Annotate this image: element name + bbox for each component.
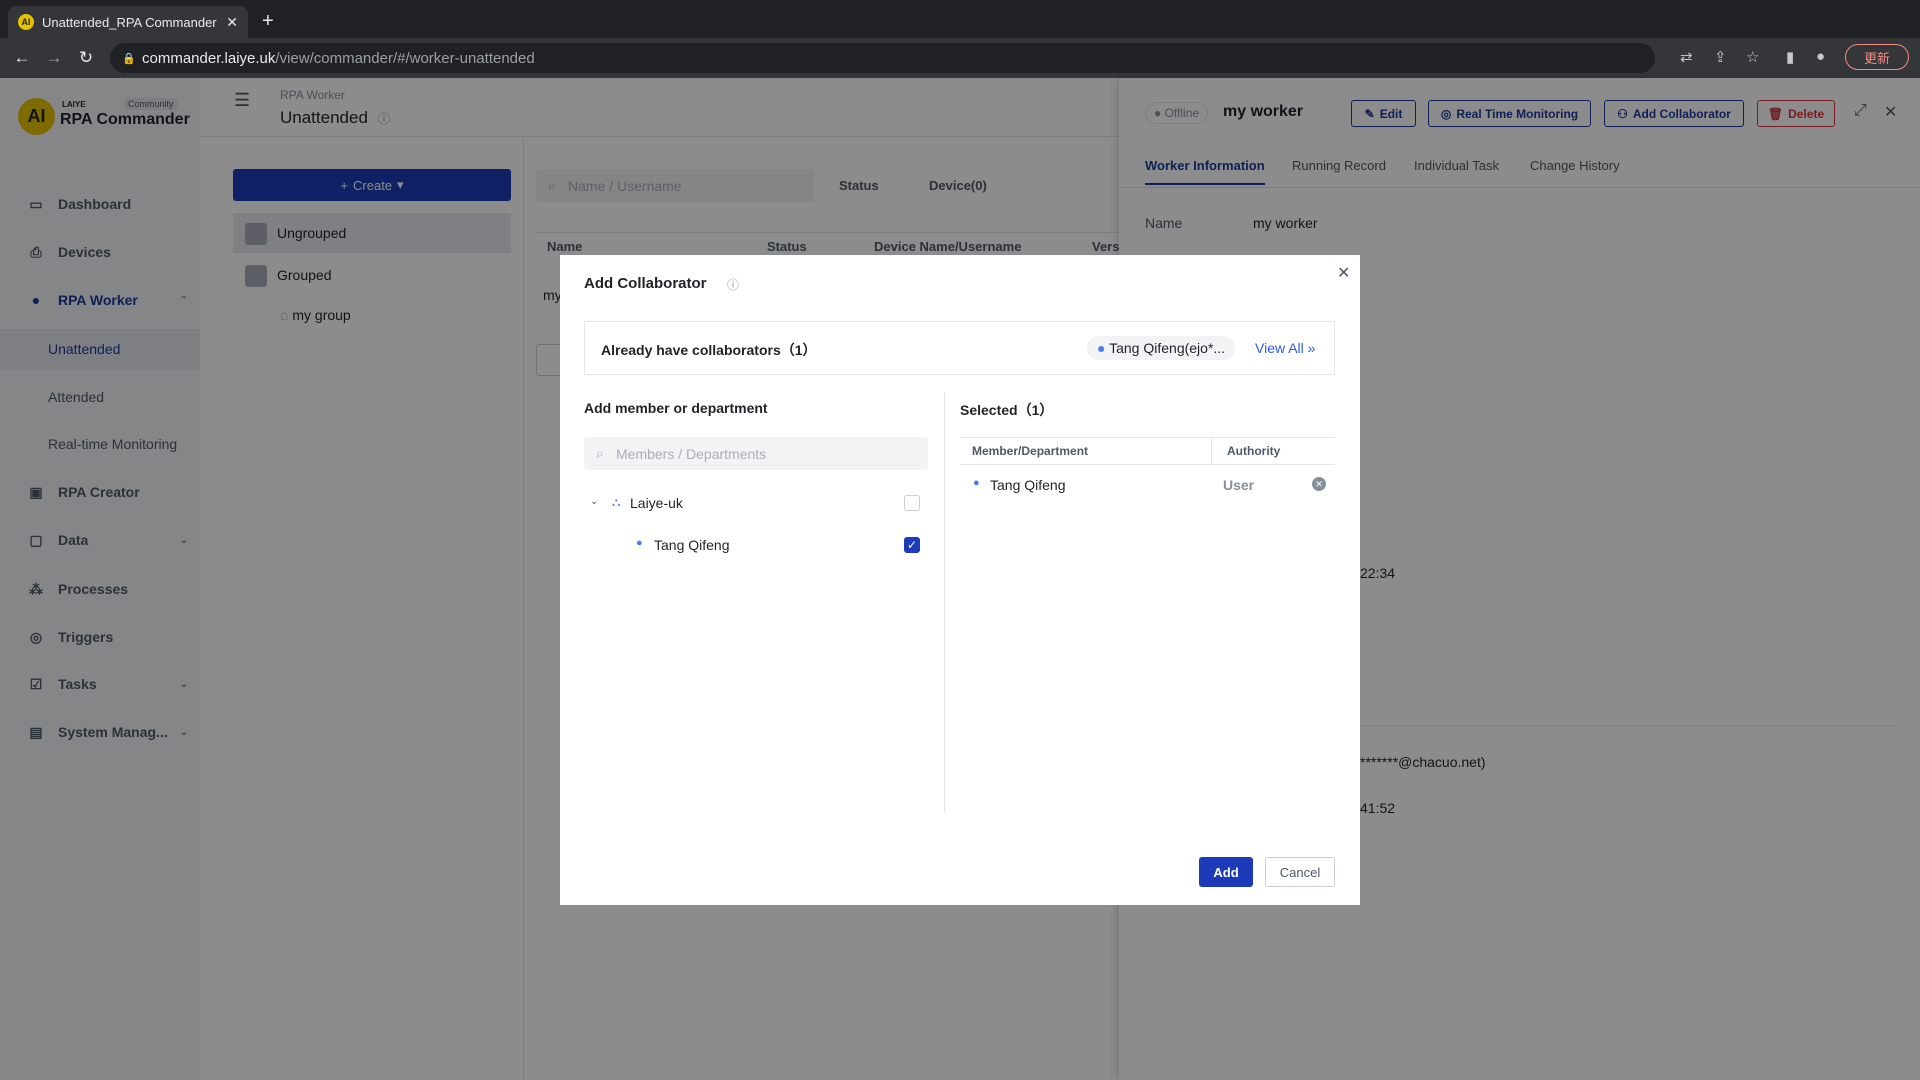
person-icon: ● (973, 477, 980, 489)
close-tab-icon[interactable]: ✕ (226, 14, 238, 31)
tree-node-tang-qifeng[interactable]: ● Tang Qifeng ✓ (584, 534, 928, 562)
tree-node-laiye-uk[interactable]: ⌄ ⛬ Laiye-uk (584, 492, 928, 520)
checkbox[interactable] (904, 495, 920, 511)
selected-table-header: Member/Department Authority (960, 437, 1335, 465)
browser-tab-bar: AI Unattended_RPA Commander ✕ + (0, 0, 1920, 38)
chevron-down-icon[interactable]: ⌄ (590, 496, 598, 507)
column-member: Member/Department (972, 444, 1089, 458)
existing-collaborators-box: Already have collaborators（1） ● Tang Qif… (584, 321, 1335, 375)
modal-title: Add Collaborator (584, 275, 707, 292)
url-input[interactable]: 🔒 commander.laiye.uk/view/commander/#/wor… (110, 43, 1655, 73)
checkbox-checked[interactable]: ✓ (904, 537, 920, 553)
side-panel-icon[interactable]: ▮ (1786, 48, 1794, 66)
back-icon[interactable]: ← (6, 48, 38, 68)
reload-icon[interactable]: ↻ (70, 48, 102, 68)
help-icon[interactable]: ⓘ (727, 276, 739, 293)
divider (944, 392, 945, 813)
lock-icon: 🔒 (122, 52, 136, 65)
existing-label: Already have collaborators（1） (601, 342, 817, 358)
member-name: Tang Qifeng (990, 477, 1066, 493)
tree-label: Laiye-uk (630, 495, 683, 511)
search-placeholder: Members / Departments (616, 446, 767, 462)
collaborator-chip[interactable]: ● Tang Qifeng(ejo*... (1087, 336, 1236, 360)
add-member-title: Add member or department (584, 400, 768, 416)
share-icon[interactable]: ⇪ (1714, 48, 1727, 66)
department-icon: ⛬ (612, 495, 621, 509)
search-icon: ⌕ (596, 445, 604, 461)
tree-label: Tang Qifeng (654, 537, 730, 553)
address-bar-row: ← → ↻ 🔒 commander.laiye.uk/view/commander… (0, 38, 1920, 78)
new-tab-icon[interactable]: + (262, 10, 274, 33)
view-all-link[interactable]: View All » (1255, 340, 1315, 356)
update-button[interactable]: 更新 (1845, 44, 1909, 70)
close-icon[interactable]: ✕ (1337, 263, 1350, 283)
add-button[interactable]: Add (1199, 857, 1253, 887)
favicon-icon: AI (18, 14, 34, 30)
profile-icon[interactable]: ● (1816, 48, 1825, 65)
divider (1211, 438, 1212, 464)
cancel-button[interactable]: Cancel (1265, 857, 1335, 887)
browser-tab[interactable]: AI Unattended_RPA Commander ✕ (8, 6, 248, 38)
selected-row: ● Tang Qifeng User ✕ (960, 471, 1335, 501)
authority-select[interactable]: User (1223, 477, 1254, 493)
column-authority: Authority (1227, 444, 1281, 458)
person-icon: ● (1097, 340, 1106, 356)
bookmark-star-icon[interactable]: ☆ (1746, 48, 1759, 66)
person-icon: ● (636, 537, 643, 549)
forward-icon[interactable]: → (38, 48, 70, 68)
translate-icon[interactable]: ⇄ (1680, 48, 1693, 66)
tab-title: Unattended_RPA Commander (42, 14, 217, 30)
chip-label: Tang Qifeng(ejo*... (1109, 340, 1226, 356)
remove-icon[interactable]: ✕ (1312, 477, 1326, 491)
members-search-input[interactable]: ⌕ Members / Departments (584, 437, 928, 470)
selected-title: Selected（1） (960, 402, 1054, 418)
add-collaborator-modal: Add Collaborator ⓘ ✕ Already have collab… (560, 255, 1360, 905)
